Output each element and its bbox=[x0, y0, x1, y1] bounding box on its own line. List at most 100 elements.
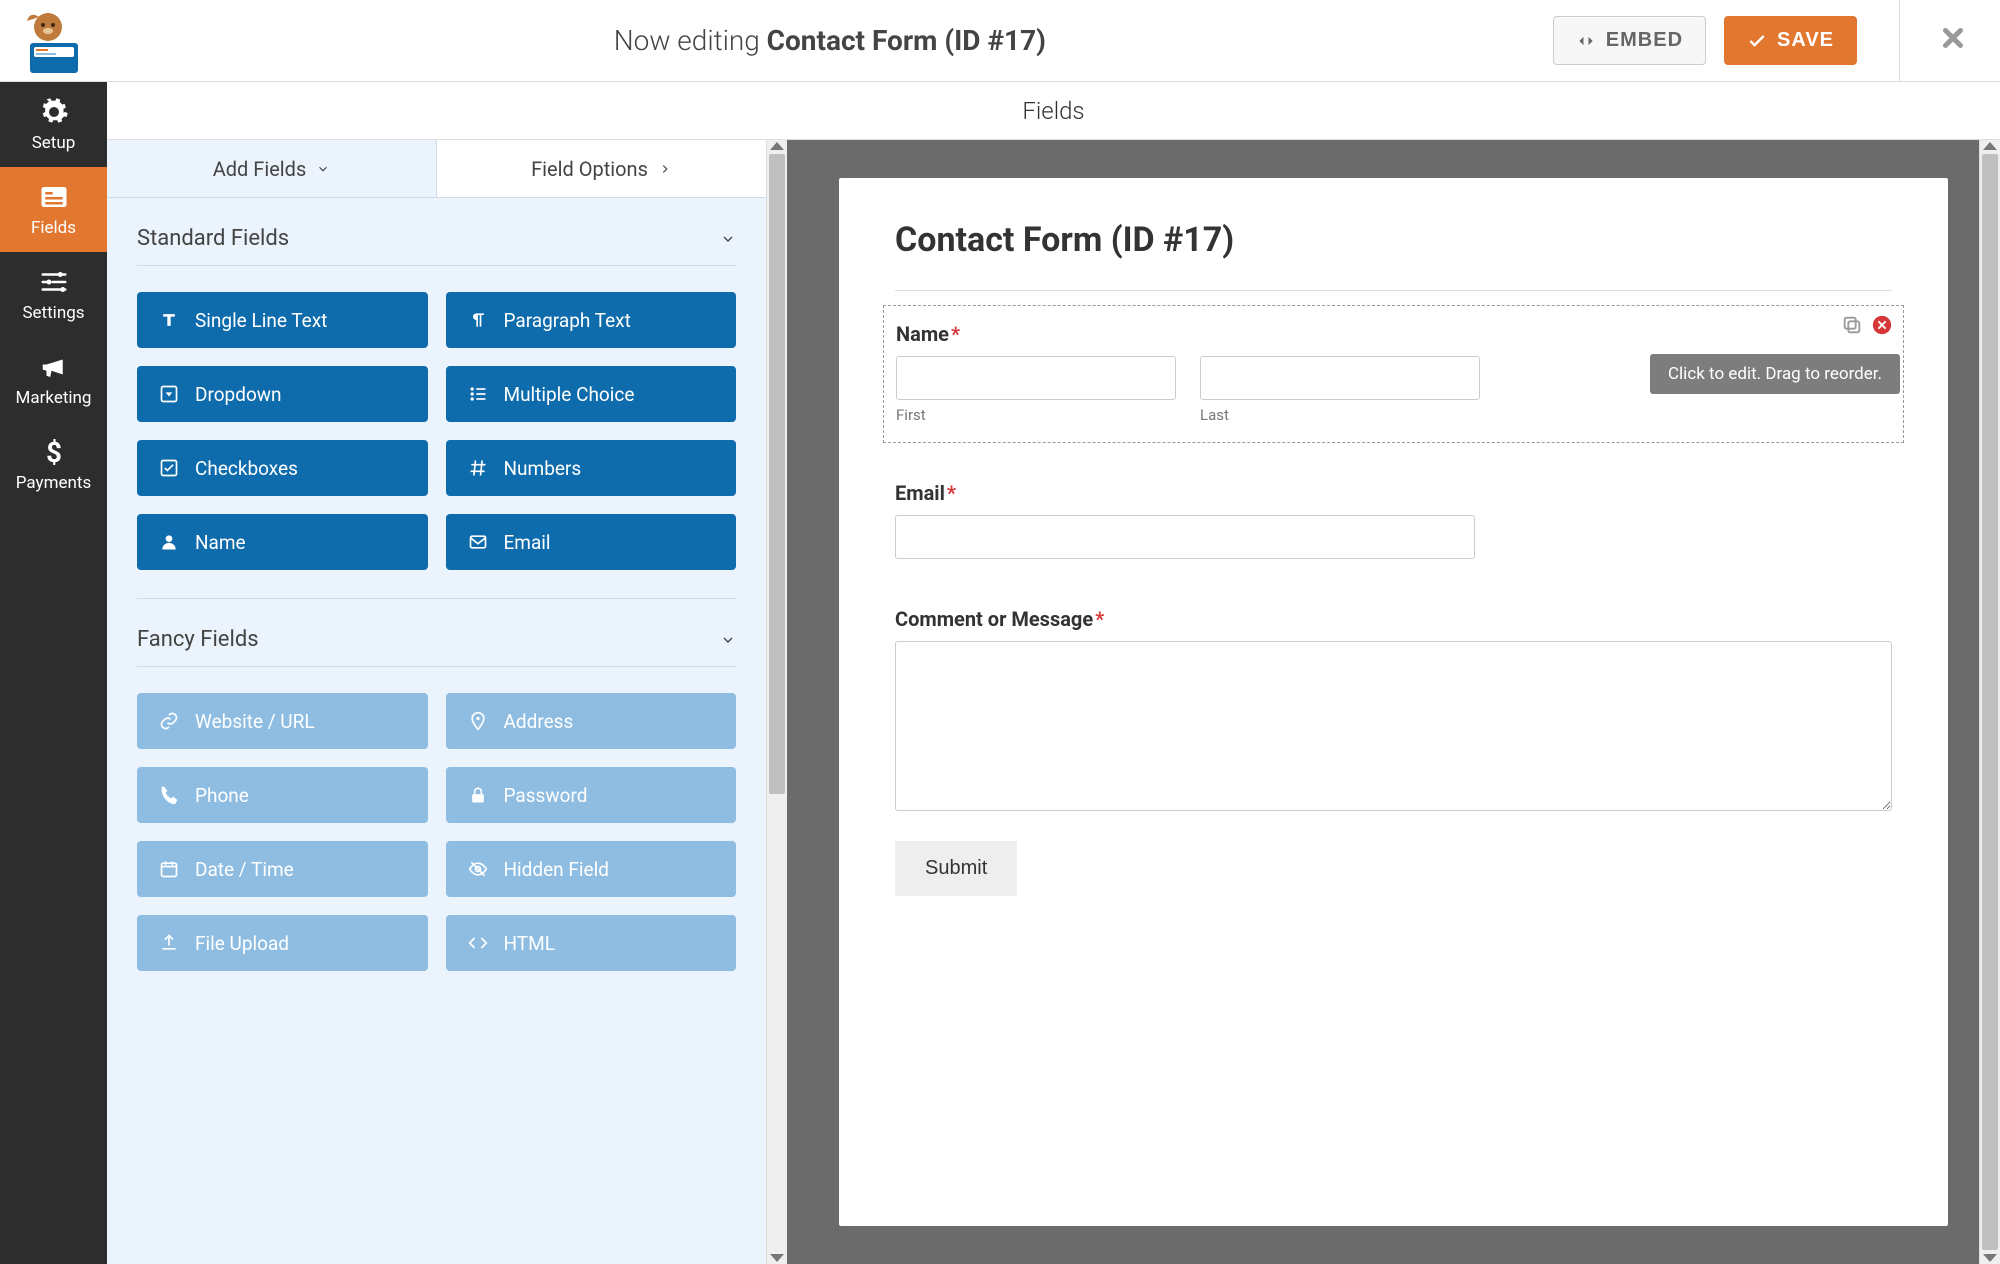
preview-field-name[interactable]: Name* First Last Click to edit. Drag bbox=[883, 305, 1904, 443]
standard-fields-section: Standard Fields Single Line Text Paragra… bbox=[107, 198, 766, 981]
form-icon bbox=[39, 182, 69, 212]
close-icon bbox=[1938, 23, 1968, 53]
preview-scrollbar[interactable] bbox=[1979, 140, 2000, 1264]
check-square-icon bbox=[159, 458, 179, 478]
field-email[interactable]: Email bbox=[446, 514, 737, 570]
field-numbers[interactable]: Numbers bbox=[446, 440, 737, 496]
chevron-down-icon bbox=[720, 632, 736, 648]
embed-button[interactable]: EMBED bbox=[1553, 16, 1706, 65]
fancy-fields-toggle[interactable]: Fancy Fields bbox=[137, 599, 736, 667]
paragraph-icon bbox=[468, 310, 488, 330]
label-message: Comment or Message* bbox=[895, 607, 1892, 631]
panel-title: Fields bbox=[107, 82, 2000, 140]
code-icon bbox=[1576, 31, 1596, 51]
standard-fields-toggle[interactable]: Standard Fields bbox=[137, 198, 736, 266]
link-icon bbox=[159, 711, 179, 731]
gear-icon bbox=[39, 97, 69, 127]
upload-icon bbox=[159, 933, 179, 953]
tab-field-options[interactable]: Field Options bbox=[437, 140, 766, 198]
field-paragraph-text[interactable]: Paragraph Text bbox=[446, 292, 737, 348]
field-address[interactable]: Address bbox=[446, 693, 737, 749]
nav-marketing[interactable]: Marketing bbox=[0, 337, 107, 422]
map-pin-icon bbox=[468, 711, 488, 731]
dollar-icon: $ bbox=[39, 437, 69, 467]
chevron-down-icon bbox=[316, 162, 330, 176]
lock-icon bbox=[468, 785, 488, 805]
fields-tabs: Add Fields Field Options bbox=[107, 140, 766, 198]
bullhorn-icon bbox=[39, 352, 69, 382]
close-button[interactable] bbox=[1930, 20, 1976, 62]
field-single-line-text[interactable]: Single Line Text bbox=[137, 292, 428, 348]
calendar-icon bbox=[159, 859, 179, 879]
textarea-message[interactable] bbox=[895, 641, 1892, 811]
check-icon bbox=[1747, 31, 1767, 51]
field-password[interactable]: Password bbox=[446, 767, 737, 823]
chevron-down-icon bbox=[720, 231, 736, 247]
label-name: Name* bbox=[896, 322, 1891, 346]
field-html[interactable]: HTML bbox=[446, 915, 737, 971]
field-file-upload[interactable]: File Upload bbox=[137, 915, 428, 971]
submit-button[interactable]: Submit bbox=[895, 841, 1017, 896]
list-icon bbox=[468, 384, 488, 404]
code-icon bbox=[468, 933, 488, 953]
nav-settings[interactable]: Settings bbox=[0, 252, 107, 337]
nav-setup[interactable]: Setup bbox=[0, 82, 107, 167]
duplicate-icon[interactable] bbox=[1841, 314, 1863, 336]
field-dropdown[interactable]: Dropdown bbox=[137, 366, 428, 422]
preview-field-message[interactable]: Comment or Message* bbox=[895, 583, 1892, 823]
save-button[interactable]: SAVE bbox=[1724, 16, 1857, 65]
nav-fields[interactable]: Fields bbox=[0, 167, 107, 252]
input-last-name[interactable] bbox=[1200, 356, 1480, 400]
label-email: Email* bbox=[895, 481, 1892, 505]
sublabel-first: First bbox=[896, 406, 1176, 424]
input-email[interactable] bbox=[895, 515, 1475, 559]
field-name[interactable]: Name bbox=[137, 514, 428, 570]
wpforms-logo bbox=[0, 0, 107, 82]
now-editing-title: Now editing Contact Form (ID #17) bbox=[107, 24, 1553, 57]
left-scrollbar[interactable] bbox=[766, 140, 787, 1264]
sublabel-last: Last bbox=[1200, 406, 1480, 424]
field-multiple-choice[interactable]: Multiple Choice bbox=[446, 366, 737, 422]
nav-label: Setup bbox=[32, 133, 76, 153]
field-website-url[interactable]: Website / URL bbox=[137, 693, 428, 749]
delete-icon[interactable] bbox=[1871, 314, 1893, 336]
eye-slash-icon bbox=[468, 859, 488, 879]
nav-label: Payments bbox=[16, 473, 91, 493]
nav-label: Settings bbox=[22, 303, 84, 323]
header-actions: EMBED SAVE bbox=[1553, 0, 1976, 82]
nav-label: Marketing bbox=[16, 388, 92, 408]
fields-panel: Add Fields Field Options Standard Fields bbox=[107, 140, 787, 1264]
form-card: Contact Form (ID #17) Name* First bbox=[839, 178, 1948, 1226]
scroll-down-icon bbox=[770, 1254, 784, 1262]
header-divider bbox=[1899, 0, 1900, 82]
form-preview-panel: Contact Form (ID #17) Name* First bbox=[787, 140, 2000, 1264]
field-date-time[interactable]: Date / Time bbox=[137, 841, 428, 897]
sliders-icon bbox=[39, 267, 69, 297]
scroll-up-icon bbox=[1983, 142, 1997, 150]
envelope-icon bbox=[468, 532, 488, 552]
nav-label: Fields bbox=[31, 218, 76, 238]
hash-icon bbox=[468, 458, 488, 478]
scrollbar-thumb[interactable] bbox=[1982, 154, 1998, 1250]
scroll-down-icon bbox=[1983, 1254, 1997, 1262]
editing-prefix: Now editing bbox=[614, 24, 767, 57]
save-label: SAVE bbox=[1777, 29, 1834, 52]
field-tooltip: Click to edit. Drag to reorder. bbox=[1650, 354, 1900, 394]
builder-header: Now editing Contact Form (ID #17) EMBED … bbox=[0, 0, 2000, 82]
scroll-up-icon bbox=[770, 142, 784, 150]
form-title[interactable]: Contact Form (ID #17) bbox=[895, 220, 1892, 291]
svg-text:$: $ bbox=[46, 437, 62, 467]
builder-nav: Setup Fields Settings Marketing $ Paymen… bbox=[0, 82, 107, 1264]
preview-field-email[interactable]: Email* bbox=[895, 457, 1892, 583]
embed-label: EMBED bbox=[1606, 29, 1683, 52]
tab-add-fields[interactable]: Add Fields bbox=[107, 140, 437, 198]
nav-payments[interactable]: $ Payments bbox=[0, 422, 107, 507]
user-icon bbox=[159, 532, 179, 552]
scrollbar-thumb[interactable] bbox=[769, 154, 785, 794]
field-checkboxes[interactable]: Checkboxes bbox=[137, 440, 428, 496]
field-phone[interactable]: Phone bbox=[137, 767, 428, 823]
phone-icon bbox=[159, 785, 179, 805]
caret-square-icon bbox=[159, 384, 179, 404]
field-hidden[interactable]: Hidden Field bbox=[446, 841, 737, 897]
input-first-name[interactable] bbox=[896, 356, 1176, 400]
